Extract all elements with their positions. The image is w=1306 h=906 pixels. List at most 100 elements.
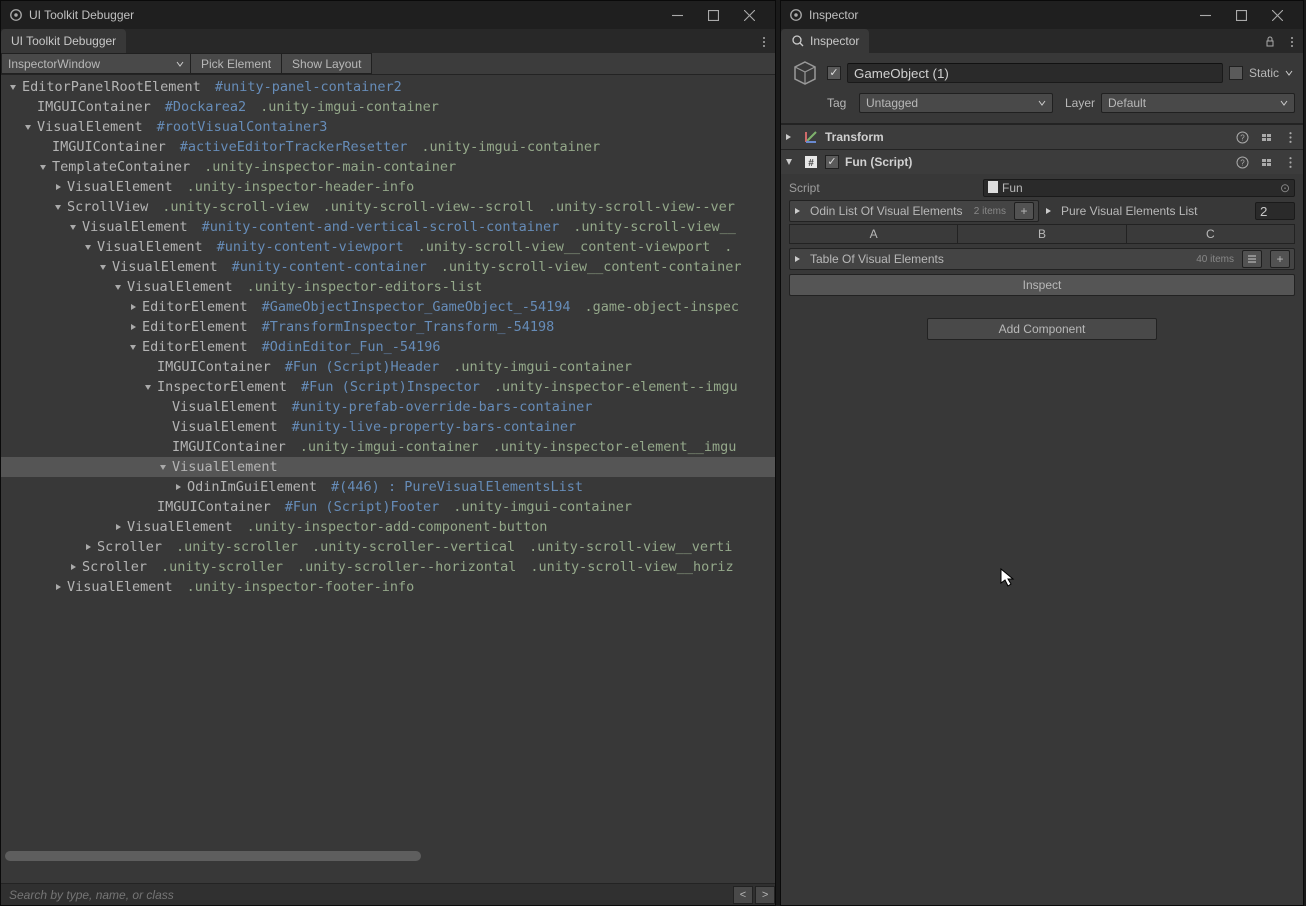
tree-row[interactable]: InspectorElement#Fun (Script)Inspector.u… — [1, 377, 775, 397]
tree-row[interactable]: VisualElement — [1, 457, 775, 477]
help-icon[interactable]: ? — [1233, 153, 1251, 171]
lock-button[interactable] — [1259, 31, 1281, 53]
component-menu-icon[interactable] — [1281, 153, 1299, 171]
list-view-button[interactable] — [1242, 250, 1262, 268]
tree-row[interactable]: EditorPanelRootElement#unity-panel-conta… — [1, 77, 775, 97]
caret-icon[interactable] — [112, 521, 124, 533]
caret-icon[interactable] — [112, 281, 124, 293]
tree-row[interactable]: IMGUIContainer#Dockarea2.unity-imgui-con… — [1, 97, 775, 117]
element-tree[interactable]: EditorPanelRootElement#unity-panel-conta… — [1, 75, 775, 883]
caret-icon[interactable] — [52, 581, 64, 593]
caret-icon[interactable] — [37, 161, 49, 173]
tree-row[interactable]: EditorElement#TransformInspector_Transfo… — [1, 317, 775, 337]
caret-icon[interactable] — [157, 461, 169, 473]
tree-row[interactable]: VisualElement#unity-content-container.un… — [1, 257, 775, 277]
pure-list-count-input[interactable] — [1255, 202, 1295, 220]
add-button[interactable]: + — [1014, 202, 1034, 220]
caret-icon[interactable] — [127, 341, 139, 353]
tree-row[interactable]: ScrollView.unity-scroll-view.unity-scrol… — [1, 197, 775, 217]
tree-row[interactable]: VisualElement#rootVisualContainer3 — [1, 117, 775, 137]
target-window-dropdown[interactable]: InspectorWindow — [1, 53, 191, 74]
tab-debugger[interactable]: UI Toolkit Debugger — [1, 29, 126, 53]
search-input[interactable] — [1, 888, 731, 902]
caret-icon[interactable] — [67, 221, 79, 233]
tree-row[interactable]: Scroller.unity-scroller.unity-scroller--… — [1, 537, 775, 557]
caret-icon[interactable] — [67, 561, 79, 573]
add-component-button[interactable]: Add Component — [927, 318, 1157, 340]
caret-icon[interactable] — [142, 381, 154, 393]
help-icon[interactable]: ? — [1233, 128, 1251, 146]
tab-menu-button[interactable] — [1281, 31, 1303, 53]
tree-row[interactable]: VisualElement#unity-content-and-vertical… — [1, 217, 775, 237]
inspect-button[interactable]: Inspect — [789, 274, 1295, 296]
caret-icon[interactable] — [127, 301, 139, 313]
caret-icon[interactable] — [22, 121, 34, 133]
tab-a[interactable]: A — [790, 225, 958, 243]
minimize-button[interactable] — [1187, 2, 1223, 28]
close-button[interactable] — [1259, 2, 1295, 28]
tree-row[interactable]: IMGUIContainer.unity-imgui-container.uni… — [1, 437, 775, 457]
caret-icon[interactable] — [7, 81, 19, 93]
tree-row[interactable]: VisualElement#unity-prefab-override-bars… — [1, 397, 775, 417]
preset-icon[interactable] — [1257, 153, 1275, 171]
object-picker-icon[interactable]: ⊙ — [1280, 181, 1290, 195]
tree-row[interactable]: OdinImGuiElement#(446) : PureVisualEleme… — [1, 477, 775, 497]
layer-dropdown[interactable]: Default — [1101, 93, 1295, 113]
script-object-field[interactable]: Fun ⊙ — [983, 179, 1295, 197]
tree-row[interactable]: VisualElement.unity-inspector-header-inf… — [1, 177, 775, 197]
foldout-icon[interactable] — [794, 204, 804, 218]
caret-icon[interactable] — [82, 241, 94, 253]
tree-row[interactable]: VisualElement#unity-content-viewport.uni… — [1, 237, 775, 257]
tree-row[interactable]: VisualElement.unity-inspector-add-compon… — [1, 517, 775, 537]
horizontal-scrollbar[interactable] — [5, 851, 761, 863]
tree-row[interactable]: IMGUIContainer#Fun (Script)Header.unity-… — [1, 357, 775, 377]
tree-token-class: .unity-scroller — [161, 559, 283, 575]
tag-dropdown[interactable]: Untagged — [859, 93, 1053, 113]
add-button[interactable]: + — [1270, 250, 1290, 268]
preset-icon[interactable] — [1257, 128, 1275, 146]
foldout-icon[interactable] — [1045, 204, 1057, 218]
tree-row[interactable]: EditorElement#OdinEditor_Fun_-54196 — [1, 337, 775, 357]
tree-row[interactable]: TemplateContainer.unity-inspector-main-c… — [1, 157, 775, 177]
caret-icon[interactable] — [172, 481, 184, 493]
tree-token-name: EditorElement — [142, 319, 248, 335]
tree-row[interactable]: EditorElement#GameObjectInspector_GameOb… — [1, 297, 775, 317]
gameobject-enabled-checkbox[interactable] — [827, 66, 841, 80]
caret-icon[interactable] — [52, 201, 64, 213]
table-header[interactable]: Table Of Visual Elements 40 items + — [789, 248, 1295, 270]
foldout-icon[interactable] — [785, 130, 797, 144]
tree-row[interactable]: IMGUIContainer#activeEditorTrackerResett… — [1, 137, 775, 157]
static-dropdown-arrow[interactable] — [1285, 66, 1295, 80]
tree-token-name: VisualElement — [172, 419, 278, 435]
gameobject-name-input[interactable] — [847, 63, 1223, 83]
foldout-icon[interactable] — [794, 252, 804, 266]
tab-b[interactable]: B — [958, 225, 1126, 243]
close-button[interactable] — [731, 2, 767, 28]
foldout-icon[interactable] — [785, 155, 797, 169]
tree-row[interactable]: IMGUIContainer#Fun (Script)Footer.unity-… — [1, 497, 775, 517]
maximize-button[interactable] — [1223, 2, 1259, 28]
tab-inspector[interactable]: Inspector — [781, 29, 869, 53]
caret-icon[interactable] — [127, 321, 139, 333]
tree-row[interactable]: Scroller.unity-scroller.unity-scroller--… — [1, 557, 775, 577]
caret-icon[interactable] — [52, 181, 64, 193]
static-checkbox[interactable] — [1229, 66, 1243, 80]
component-enabled-checkbox[interactable] — [825, 155, 839, 169]
tree-token-id: #unity-content-viewport — [217, 239, 404, 255]
tree-row[interactable]: VisualElement#unity-live-property-bars-c… — [1, 417, 775, 437]
pick-element-button[interactable]: Pick Element — [191, 53, 282, 74]
maximize-button[interactable] — [695, 2, 731, 28]
minimize-button[interactable] — [659, 2, 695, 28]
caret-icon[interactable] — [82, 541, 94, 553]
prev-button[interactable]: < — [733, 886, 753, 904]
component-menu-icon[interactable] — [1281, 128, 1299, 146]
tree-row[interactable]: VisualElement.unity-inspector-footer-inf… — [1, 577, 775, 597]
next-button[interactable]: > — [755, 886, 775, 904]
odin-list-header[interactable]: Odin List Of Visual Elements 2 items + — [789, 200, 1039, 222]
show-layout-button[interactable]: Show Layout — [282, 53, 372, 74]
tab-menu-button[interactable] — [753, 31, 775, 53]
caret-icon[interactable] — [97, 261, 109, 273]
tree-row[interactable]: VisualElement.unity-inspector-editors-li… — [1, 277, 775, 297]
gameobject-icon[interactable] — [789, 57, 821, 89]
tab-c[interactable]: C — [1127, 225, 1294, 243]
